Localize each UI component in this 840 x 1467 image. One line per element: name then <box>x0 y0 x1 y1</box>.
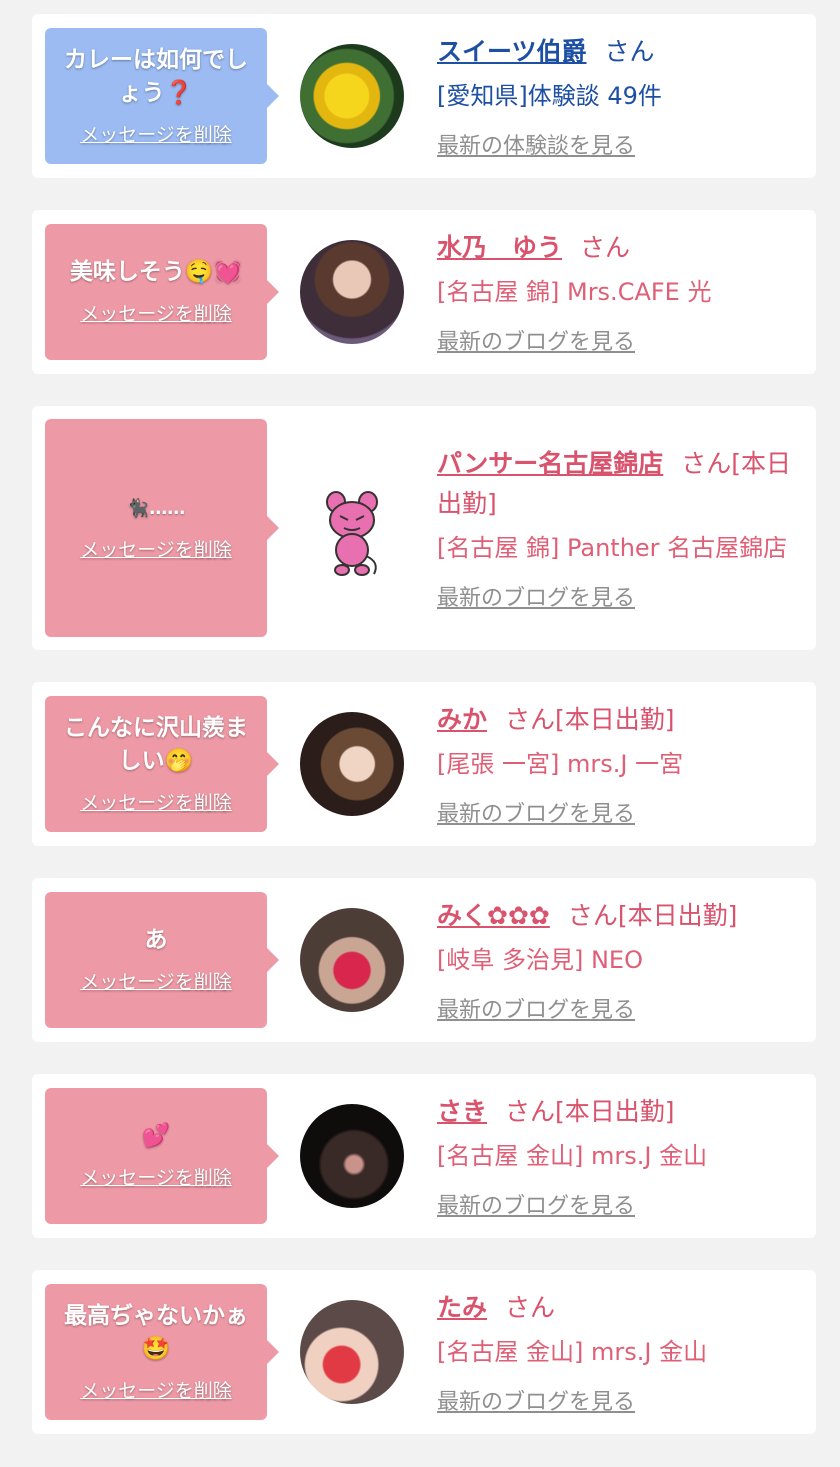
delete-message-link[interactable]: メッセージを削除 <box>80 1163 232 1190</box>
user-name-link[interactable]: みく✿✿✿ <box>437 901 550 930</box>
message-card: 美味しそう🤤💓 メッセージを削除 水乃 ゆう さん [名古屋 錦] Mrs.CAF… <box>32 210 816 374</box>
message-bubble: 最高ぢゃないかぁ🤩 メッセージを削除 <box>45 1284 279 1420</box>
message-bubble: 💕 メッセージを削除 <box>45 1088 279 1224</box>
delete-message-link[interactable]: メッセージを削除 <box>80 788 232 815</box>
name-line: みか さん[本日出勤] <box>437 700 796 740</box>
delete-message-link[interactable]: メッセージを削除 <box>80 120 232 147</box>
user-info: みか さん[本日出勤] [尾張 一宮] mrs.J 一宮 最新のブログを見る <box>437 700 816 828</box>
user-name-link[interactable]: 水乃 ゆう <box>437 233 562 262</box>
latest-blog-link[interactable]: 最新のブログを見る <box>437 796 635 828</box>
message-text: 最高ぢゃないかぁ🤩 <box>64 1302 248 1362</box>
shop-info: [名古屋 金山] mrs.J 金山 <box>437 1338 708 1366</box>
message-bubble: 美味しそう🤤💓 メッセージを削除 <box>45 224 279 360</box>
message-card: 最高ぢゃないかぁ🤩 メッセージを削除 たみ さん [名古屋 金山] mrs.J 金… <box>32 1270 816 1434</box>
message-text: 美味しそう🤤💓 <box>69 259 243 285</box>
user-avatar[interactable] <box>300 1104 404 1208</box>
message-card: カレーは如何でしょう❓ メッセージを削除 スイーツ伯爵 さん [愛知県]体験談 4… <box>32 14 816 178</box>
delete-message-link[interactable]: メッセージを削除 <box>80 535 232 562</box>
message-bubble-wrap: 💕 メッセージを削除 <box>45 1088 279 1224</box>
shop-info: [尾張 一宮] mrs.J 一宮 <box>437 750 684 778</box>
message-bubble: カレーは如何でしょう❓ メッセージを削除 <box>45 28 279 164</box>
honorific: さん <box>580 233 631 262</box>
message-bubble-wrap: あ メッセージを削除 <box>45 892 279 1028</box>
message-bubble-wrap: 美味しそう🤤💓 メッセージを削除 <box>45 224 279 360</box>
message-bubble-wrap: カレーは如何でしょう❓ メッセージを削除 <box>45 28 279 164</box>
shop-info: [名古屋 金山] mrs.J 金山 <box>437 1142 708 1170</box>
latest-blog-link[interactable]: 最新のブログを見る <box>437 324 635 356</box>
delete-message-link[interactable]: メッセージを削除 <box>80 967 232 994</box>
honorific: さん[本日出勤] <box>505 705 675 734</box>
message-text: 💕 <box>141 1123 171 1149</box>
delete-message-link[interactable]: メッセージを削除 <box>80 299 232 326</box>
message-bubble-wrap: 🐈‍⬛…… メッセージを削除 <box>45 419 279 637</box>
honorific: さん[本日出勤] <box>567 901 738 930</box>
name-line: たみ さん <box>437 1288 796 1328</box>
shop-info: [岐阜 多治見] NEO <box>437 946 643 974</box>
user-avatar[interactable] <box>300 1300 404 1404</box>
message-bubble-wrap: こんなに沢山羨ましい🤭 メッセージを削除 <box>45 696 279 832</box>
shop-info: [名古屋 錦] Panther 名古屋錦店 <box>437 534 788 562</box>
user-name-link[interactable]: たみ <box>437 1293 487 1322</box>
user-name-link[interactable]: みか <box>437 705 487 734</box>
message-bubble: こんなに沢山羨ましい🤭 メッセージを削除 <box>45 696 279 832</box>
user-info: スイーツ伯爵 さん [愛知県]体験談 49件 最新の体験談を見る <box>437 32 816 160</box>
message-text: 🐈‍⬛…… <box>126 498 186 519</box>
message-bubble: 🐈‍⬛…… メッセージを削除 <box>45 419 279 637</box>
message-bubble: あ メッセージを削除 <box>45 892 279 1028</box>
message-card: あ メッセージを削除 みく✿✿✿ さん[本日出勤] [岐阜 多治見] NEO 最新… <box>32 878 816 1042</box>
latest-blog-link[interactable]: 最新のブログを見る <box>437 580 635 612</box>
name-line: みく✿✿✿ さん[本日出勤] <box>437 896 796 936</box>
user-avatar[interactable] <box>300 44 404 148</box>
message-list: カレーは如何でしょう❓ メッセージを削除 スイーツ伯爵 さん [愛知県]体験談 4… <box>0 0 840 1434</box>
user-info: たみ さん [名古屋 金山] mrs.J 金山 最新のブログを見る <box>437 1288 816 1416</box>
message-card: 💕 メッセージを削除 さき さん[本日出勤] [名古屋 金山] mrs.J 金山 … <box>32 1074 816 1238</box>
message-text: あ <box>144 927 168 953</box>
message-card: こんなに沢山羨ましい🤭 メッセージを削除 みか さん[本日出勤] [尾張 一宮] … <box>32 682 816 846</box>
user-info: パンサー名古屋錦店 さん[本日出勤] [名古屋 錦] Panther 名古屋錦店 … <box>437 444 816 612</box>
shop-info: [愛知県]体験談 49件 <box>437 82 662 110</box>
honorific: さん <box>505 1293 556 1322</box>
message-text: こんなに沢山羨ましい🤭 <box>64 714 248 774</box>
delete-message-link[interactable]: メッセージを削除 <box>80 1376 232 1403</box>
name-line: 水乃 ゆう さん <box>437 228 796 268</box>
honorific: さん <box>604 37 655 66</box>
name-line: パンサー名古屋錦店 さん[本日出勤] <box>437 444 796 524</box>
latest-review-link[interactable]: 最新の体験談を見る <box>437 128 635 160</box>
user-name-link[interactable]: パンサー名古屋錦店 <box>437 449 663 478</box>
latest-blog-link[interactable]: 最新のブログを見る <box>437 1384 635 1416</box>
user-info: さき さん[本日出勤] [名古屋 金山] mrs.J 金山 最新のブログを見る <box>437 1092 816 1220</box>
user-name-link[interactable]: さき <box>437 1097 487 1126</box>
name-line: さき さん[本日出勤] <box>437 1092 796 1132</box>
panther-character-icon <box>326 491 378 576</box>
latest-blog-link[interactable]: 最新のブログを見る <box>437 992 635 1024</box>
user-name-link[interactable]: スイーツ伯爵 <box>437 37 587 66</box>
latest-blog-link[interactable]: 最新のブログを見る <box>437 1188 635 1220</box>
message-bubble-wrap: 最高ぢゃないかぁ🤩 メッセージを削除 <box>45 1284 279 1420</box>
user-info: みく✿✿✿ さん[本日出勤] [岐阜 多治見] NEO 最新のブログを見る <box>437 896 816 1024</box>
user-info: 水乃 ゆう さん [名古屋 錦] Mrs.CAFE 光 最新のブログを見る <box>437 228 816 356</box>
user-avatar[interactable] <box>300 712 404 816</box>
message-text: カレーは如何でしょう❓ <box>64 46 248 106</box>
honorific: さん[本日出勤] <box>505 1097 675 1126</box>
user-avatar[interactable] <box>300 908 404 1012</box>
user-avatar[interactable] <box>300 240 404 344</box>
message-card: 🐈‍⬛…… メッセージを削除 パンサー名古屋錦店 さん[本日出勤] [名古屋 錦] <box>32 406 816 650</box>
name-line: スイーツ伯爵 さん <box>437 32 796 72</box>
user-avatar[interactable] <box>300 476 404 580</box>
shop-info: [名古屋 錦] Mrs.CAFE 光 <box>437 278 712 306</box>
